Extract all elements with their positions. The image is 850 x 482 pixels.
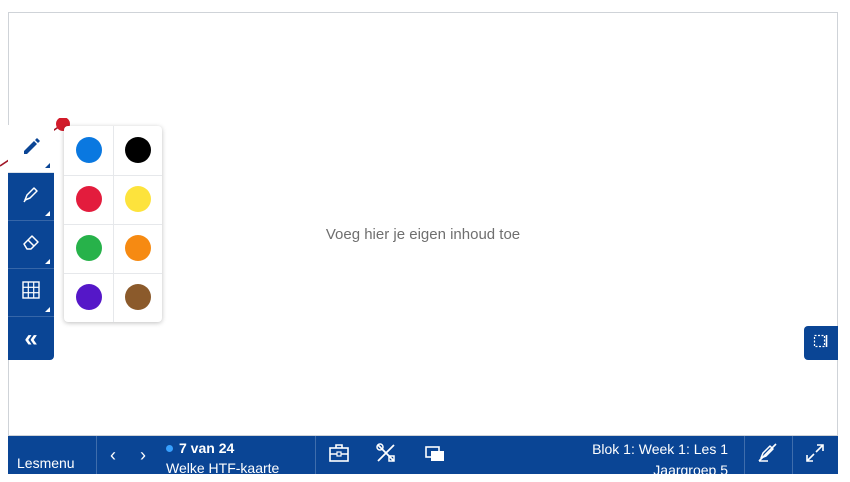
- hide-annotations-button[interactable]: [756, 436, 778, 474]
- expand-icon: [804, 442, 826, 469]
- tool-options-indicator: [45, 259, 50, 264]
- color-swatch-green[interactable]: [76, 235, 102, 261]
- grade-label: Jaargroep 5: [653, 462, 728, 478]
- color-swatch-black[interactable]: [125, 137, 151, 163]
- color-swatch-purple[interactable]: [76, 284, 102, 310]
- eraser-icon: [21, 232, 41, 257]
- status-dot: [166, 444, 173, 452]
- toolbox-button[interactable]: [328, 436, 350, 474]
- slide-info[interactable]: 7 van 24 Welke HTF-kaarte: [166, 436, 279, 476]
- palette-divider: [64, 273, 162, 274]
- color-swatch-red[interactable]: [76, 186, 102, 212]
- divider: [744, 436, 745, 474]
- lesmenu-button[interactable]: Lesmenu: [17, 436, 75, 482]
- lesson-info: Blok 1: Week 1: Les 1 Jaargroep 5: [592, 436, 728, 478]
- eraser-tool-button[interactable]: [8, 221, 54, 269]
- tools-button[interactable]: [374, 436, 398, 474]
- divider: [315, 436, 316, 474]
- grid-tool-button[interactable]: [8, 269, 54, 317]
- lesson-title: Blok 1: Week 1: Les 1: [592, 441, 728, 457]
- windows-overlap-icon: [424, 443, 446, 468]
- next-slide-button[interactable]: ›: [140, 436, 146, 474]
- windows-button[interactable]: [424, 436, 446, 474]
- collapse-toolbar-button[interactable]: «: [8, 317, 54, 360]
- color-palette: [64, 126, 162, 322]
- highlighter-icon: [21, 184, 41, 209]
- palette-divider: [64, 175, 162, 176]
- divider: [96, 436, 97, 474]
- highlighter-tool-button[interactable]: [8, 173, 54, 221]
- double-chevron-left-icon: «: [24, 324, 38, 352]
- tool-options-indicator: [45, 307, 50, 312]
- color-swatch-yellow[interactable]: [125, 186, 151, 212]
- divider: [792, 436, 793, 474]
- drawing-toolbar: «: [8, 125, 54, 360]
- color-swatch-blue[interactable]: [76, 137, 102, 163]
- slide-count-text: 7 van 24: [179, 440, 235, 456]
- fullscreen-button[interactable]: [804, 436, 826, 474]
- grid-icon: [21, 280, 41, 305]
- bottom-navigation-bar: Lesmenu ‹ › 7 van 24 Welke HTF-kaarte Bl…: [8, 436, 838, 478]
- color-swatch-orange[interactable]: [125, 235, 151, 261]
- tools-icon: [374, 441, 398, 470]
- chevron-left-icon: ‹: [110, 444, 116, 465]
- tool-options-indicator: [45, 211, 50, 216]
- previous-slide-button[interactable]: ‹: [110, 436, 116, 474]
- slide-counter: 7 van 24: [166, 440, 234, 456]
- color-swatch-brown[interactable]: [125, 284, 151, 310]
- palette-divider: [64, 224, 162, 225]
- briefcase-icon: [328, 443, 350, 468]
- pen-icon: [21, 136, 41, 161]
- chevron-right-icon: ›: [140, 444, 146, 465]
- tool-options-indicator: [45, 163, 50, 168]
- pen-off-icon: [756, 442, 778, 469]
- side-panel-button[interactable]: [804, 326, 838, 360]
- selection-frame-icon: [813, 333, 829, 354]
- pen-tool-button[interactable]: [8, 125, 54, 173]
